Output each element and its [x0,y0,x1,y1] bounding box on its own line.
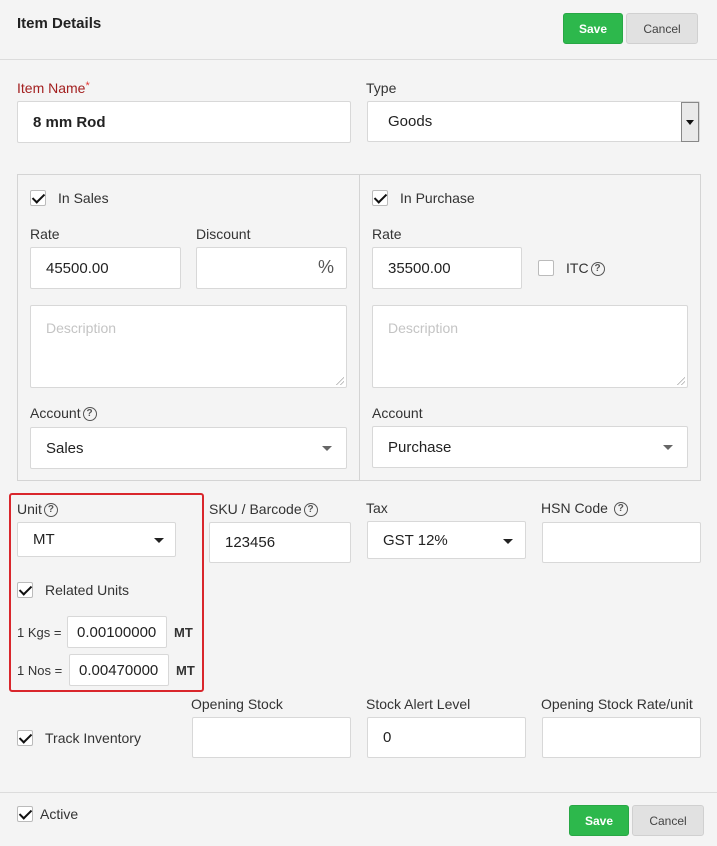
purchase-description-textarea[interactable]: Description [372,305,688,388]
related-unit-prefix: 1 Nos = [17,663,63,678]
percent-icon: % [317,257,334,277]
related-unit-input[interactable]: 0.00100000 [67,616,167,648]
unit-select[interactable]: MT [17,522,176,557]
tax-label: Tax [366,500,388,516]
help-icon[interactable]: ? [303,503,318,518]
help-icon[interactable]: ? [43,503,58,518]
unit-label: Unit? [17,501,58,518]
resize-grip-icon[interactable] [677,377,685,385]
purchase-account-value: Purchase [388,438,452,456]
unit-label-text: Unit [17,501,42,517]
cancel-button[interactable]: Cancel [626,13,698,44]
in-purchase-label: In Purchase [400,190,475,206]
chevron-down-icon [322,446,332,451]
footer-bar: Active Save Cancel [0,792,717,846]
resize-grip-icon[interactable] [336,377,344,385]
active-label: Active [40,806,79,822]
stock-alert-label: Stock Alert Level [366,696,471,712]
sales-description-textarea[interactable]: Description [30,305,347,388]
type-select[interactable]: Goods [367,101,700,142]
active-checkbox[interactable] [17,806,33,822]
sales-account-value: Sales [46,439,84,457]
in-sales-label: In Sales [58,190,109,206]
purchase-rate-label: Rate [372,226,402,242]
related-unit-input[interactable]: 0.00470000 [69,654,169,686]
sku-label: SKU / Barcode? [209,501,318,518]
related-units-checkbox[interactable] [17,582,33,598]
in-sales-checkbox[interactable] [30,190,46,206]
tax-select-value: GST 12% [383,531,448,549]
itc-checkbox[interactable] [538,260,554,276]
opening-rate-label: Opening Stock Rate/unit [541,696,693,712]
footer-save-button[interactable]: Save [569,805,629,836]
purchase-description-placeholder: Description [388,320,459,336]
sku-label-text: SKU / Barcode [209,501,302,517]
purchase-rate-input[interactable]: 35500.00 [372,247,522,289]
in-purchase-checkbox[interactable] [372,190,388,206]
hsn-label-text: HSN Code [541,500,608,516]
sales-rate-input[interactable]: 45500.00 [30,247,181,289]
itc-label-text: ITC [566,260,589,276]
help-icon[interactable]: ? [590,262,605,277]
save-button[interactable]: Save [563,13,623,44]
sales-description-placeholder: Description [46,320,117,336]
select-arrow-icon [681,102,699,142]
chevron-down-icon [503,539,513,544]
itc-label: ITC? [566,260,605,277]
related-unit-suffix: MT [176,663,195,678]
tax-select[interactable]: GST 12% [367,521,526,559]
type-label: Type [366,80,397,96]
discount-label: Discount [196,226,251,242]
panel-divider [359,175,360,480]
required-asterisk: * [85,80,90,92]
opening-stock-label: Opening Stock [191,696,283,712]
sales-account-select[interactable]: Sales [30,427,347,469]
chevron-down-icon [154,538,164,543]
header-bar: Item Details Save Cancel [0,0,717,60]
related-unit-suffix: MT [174,625,193,640]
stock-alert-input[interactable]: 0 [367,717,526,758]
opening-stock-input[interactable] [192,717,351,758]
type-select-value: Goods [388,113,433,130]
sales-account-label-text: Account [30,405,81,421]
hsn-input[interactable] [542,522,701,563]
help-icon[interactable]: ? [82,407,97,422]
track-inventory-checkbox[interactable] [17,730,33,746]
purchase-account-label: Account [372,405,423,421]
track-inventory-label: Track Inventory [45,730,141,746]
sku-input[interactable]: 123456 [209,522,351,563]
related-unit-prefix: 1 Kgs = [17,625,62,640]
item-name-label-text: Item Name [17,80,86,96]
related-units-label: Related Units [45,582,130,598]
help-icon[interactable]: ? [613,502,628,517]
sales-account-label: Account? [30,405,97,422]
opening-rate-input[interactable] [542,717,701,758]
item-name-input[interactable]: 8 mm Rod [17,101,351,143]
discount-input[interactable]: % [196,247,347,289]
unit-select-value: MT [33,531,55,548]
purchase-account-select[interactable]: Purchase [372,426,688,468]
page-title: Item Details [17,15,102,32]
footer-cancel-button[interactable]: Cancel [632,805,704,836]
sales-rate-label: Rate [30,226,60,242]
hsn-label: HSN Code ? [541,500,628,517]
item-name-label: Item Name* [17,80,90,96]
chevron-down-icon [663,445,673,450]
